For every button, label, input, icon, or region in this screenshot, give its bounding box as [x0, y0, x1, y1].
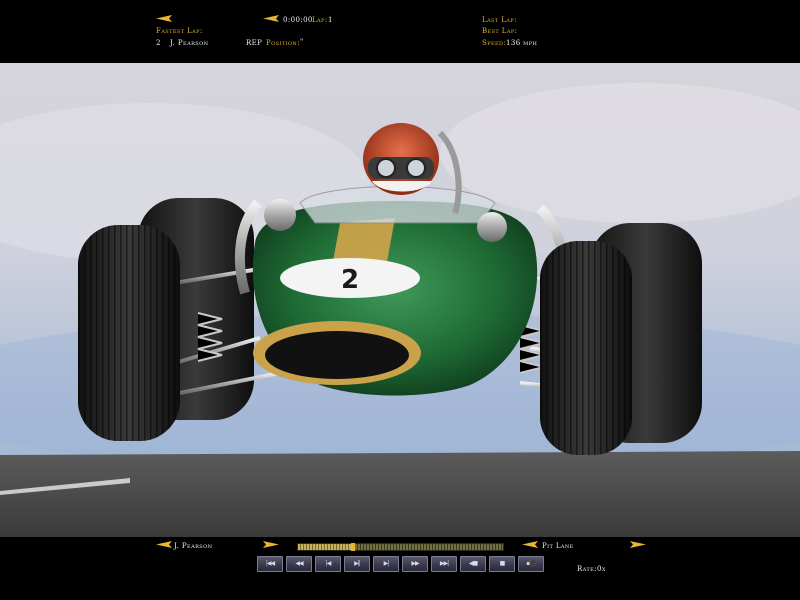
- lap-label: Lap:: [312, 16, 328, 24]
- road: [0, 451, 800, 537]
- position-label: Position:: [266, 39, 300, 47]
- speed-value: 136 mph: [506, 39, 538, 47]
- prev-driver-arrow-icon[interactable]: [156, 541, 172, 548]
- fastest-lap-driver: J. Pearson: [170, 39, 209, 47]
- prev-camera-arrow-icon[interactable]: [522, 541, 538, 548]
- skip-to-end-icon: ▶▶|: [439, 560, 449, 567]
- prev-camera-button[interactable]: ◀■: [460, 556, 486, 572]
- skip-to-end-button[interactable]: ▶▶|: [431, 556, 457, 572]
- fast-forward-button[interactable]: ▶▶: [402, 556, 428, 572]
- best-lap-label: Best Lap:: [482, 27, 518, 35]
- stop-icon: ■: [499, 560, 506, 567]
- pennant-icon: [156, 15, 172, 22]
- play-pause-button[interactable]: ▶||: [344, 556, 370, 572]
- stop-button[interactable]: ■: [489, 556, 515, 572]
- rate-label: Rate:: [577, 565, 597, 573]
- rewind-icon: ◀◀: [295, 560, 303, 567]
- replay-timeline-fill: [298, 544, 354, 550]
- replay-driver-name[interactable]: J. Pearson: [174, 542, 212, 551]
- next-driver-arrow-icon[interactable]: [263, 541, 279, 548]
- skip-to-start-icon: |◀◀: [265, 560, 275, 567]
- step-forward-icon: ▶|: [383, 560, 390, 567]
- top-hud: 0:00:00 Lap: 1 Fastest Lap: 2 J. Pearson…: [0, 0, 800, 63]
- step-back-button[interactable]: |◀: [315, 556, 341, 572]
- rep-label: REP: [246, 39, 263, 47]
- speed-label: Speed:: [482, 39, 507, 47]
- position-value: ": [300, 38, 304, 46]
- replay-timeline-handle[interactable]: [351, 543, 356, 551]
- rewind-button[interactable]: ◀◀: [286, 556, 312, 572]
- camera-name[interactable]: Pit Lane: [542, 542, 574, 551]
- play-pause-icon: ▶||: [354, 560, 361, 567]
- fastest-lap-position: 2: [156, 39, 161, 47]
- step-forward-button[interactable]: ▶|: [373, 556, 399, 572]
- race-scene: 2: [0, 83, 800, 537]
- next-camera-arrow-icon[interactable]: [630, 541, 646, 548]
- skip-to-start-button[interactable]: |◀◀: [257, 556, 283, 572]
- car-number: 2: [341, 265, 359, 295]
- replay-timeline[interactable]: [297, 543, 504, 551]
- lap-value: 1: [328, 16, 333, 24]
- last-lap-label: Last Lap:: [482, 16, 517, 24]
- fastest-lap-label: Fastest Lap:: [156, 27, 203, 35]
- save-icon: ▪⬛: [526, 560, 537, 567]
- save-button[interactable]: ▪⬛: [518, 556, 544, 572]
- prev-camera-icon: ◀■: [468, 560, 478, 567]
- race-timer: 0:00:00: [283, 16, 313, 24]
- step-back-icon: |◀: [325, 560, 332, 567]
- rate-value: 0x: [597, 565, 606, 573]
- pennant-icon: [263, 15, 279, 22]
- game-viewport[interactable]: 2: [0, 63, 800, 537]
- fast-forward-icon: ▶▶: [411, 560, 419, 567]
